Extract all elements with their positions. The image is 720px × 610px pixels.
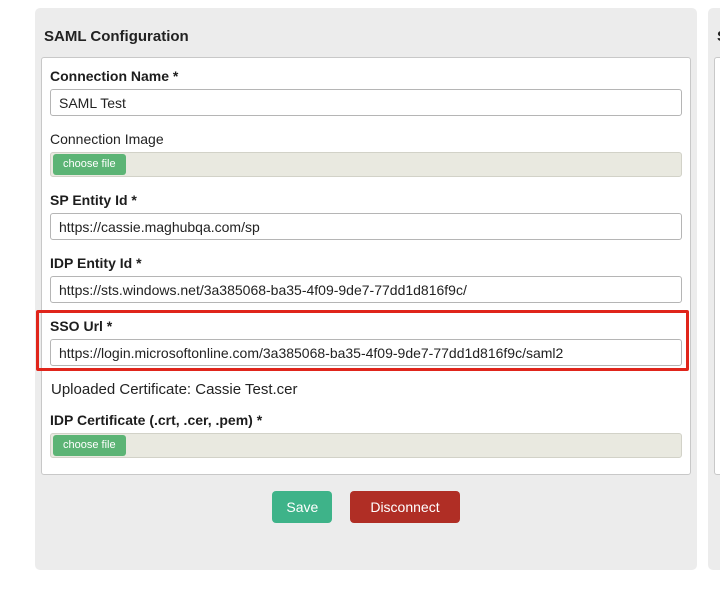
idp-certificate-label: IDP Certificate (.crt, .cer, .pem) * xyxy=(50,412,263,428)
idp-entity-id-label: IDP Entity Id * xyxy=(50,255,142,271)
sp-entity-id-label: SP Entity Id * xyxy=(50,192,137,208)
field-connection-image: Connection Image choose file xyxy=(50,131,682,177)
saml-config-form: Connection Name * Connection Image choos… xyxy=(36,57,691,475)
connection-name-input[interactable] xyxy=(50,89,682,116)
form-actions: Save Disconnect xyxy=(41,491,691,523)
panel-title: SAML Configuration xyxy=(44,28,189,45)
sso-url-input[interactable] xyxy=(50,339,682,366)
field-connection-name: Connection Name * xyxy=(50,68,682,116)
field-sso-url: SSO Url * xyxy=(36,310,689,371)
uploaded-certificate-text: Uploaded Certificate: Cassie Test.cer xyxy=(51,381,298,398)
sso-url-label: SSO Url * xyxy=(50,318,113,334)
choose-file-button[interactable]: choose file xyxy=(53,154,126,175)
sp-entity-id-input[interactable] xyxy=(50,213,682,240)
idp-entity-id-input[interactable] xyxy=(50,276,682,303)
page: SAML Configuration Connection Name * Con… xyxy=(0,0,720,610)
connection-name-label: Connection Name * xyxy=(50,68,179,84)
connection-image-file-input[interactable]: choose file xyxy=(50,152,682,177)
field-idp-entity-id: IDP Entity Id * xyxy=(50,255,682,303)
saml-config-card: SAML Configuration Connection Name * Con… xyxy=(35,8,697,570)
connection-image-label: Connection Image xyxy=(50,131,164,147)
choose-file-button[interactable]: choose file xyxy=(53,435,126,456)
idp-certificate-file-input[interactable]: choose file xyxy=(50,433,682,458)
field-idp-certificate: IDP Certificate (.crt, .cer, .pem) * cho… xyxy=(50,412,682,458)
second-config-card: SAML Configuration Connection Name * Con… xyxy=(708,8,720,570)
field-sp-entity-id: SP Entity Id * xyxy=(50,192,682,240)
second-config-form: Connection Name * Connection Image choos… xyxy=(714,57,720,475)
disconnect-button[interactable]: Disconnect xyxy=(350,491,460,523)
save-button[interactable]: Save xyxy=(272,491,333,523)
